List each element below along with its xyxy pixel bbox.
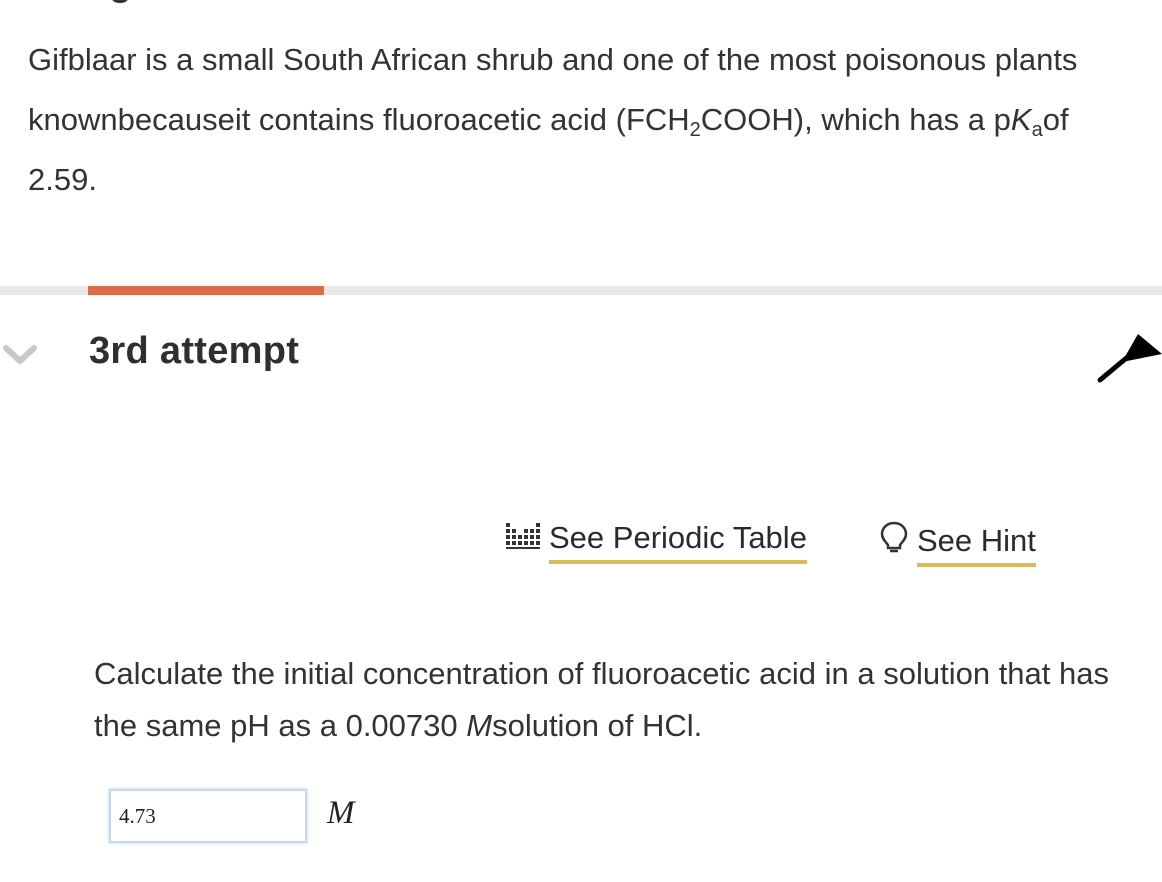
clipped-header-fragment xyxy=(100,0,520,4)
question-molar-unit: M xyxy=(466,708,493,743)
intro-subscript-2: 2 xyxy=(689,119,701,141)
see-periodic-table-link[interactable]: See Periodic Table xyxy=(505,520,807,572)
question-text: Calculate the initial concentration of f… xyxy=(94,648,1144,752)
mouse-cursor-icon xyxy=(1092,328,1162,386)
intro-text-2: COOH), which has a p xyxy=(700,102,1011,137)
periodic-table-icon xyxy=(505,521,541,559)
question-text-2: solution of HCl. xyxy=(492,708,703,743)
answer-unit: M xyxy=(327,795,355,831)
attempt-title: 3rd attempt xyxy=(89,330,300,372)
ka-subscript: a xyxy=(1031,119,1043,141)
intro-paragraph: Gifblaar is a small South African shrub … xyxy=(28,30,1128,210)
see-hint-label: See Hint xyxy=(917,523,1036,567)
answer-input[interactable] xyxy=(109,789,307,843)
see-periodic-table-label: See Periodic Table xyxy=(549,520,807,564)
ka-letter: K xyxy=(1010,102,1032,137)
progress-fill xyxy=(88,286,324,295)
see-hint-link[interactable]: See Hint xyxy=(879,520,1036,572)
chevron-down-icon[interactable] xyxy=(2,344,38,366)
lightbulb-icon xyxy=(879,520,909,562)
